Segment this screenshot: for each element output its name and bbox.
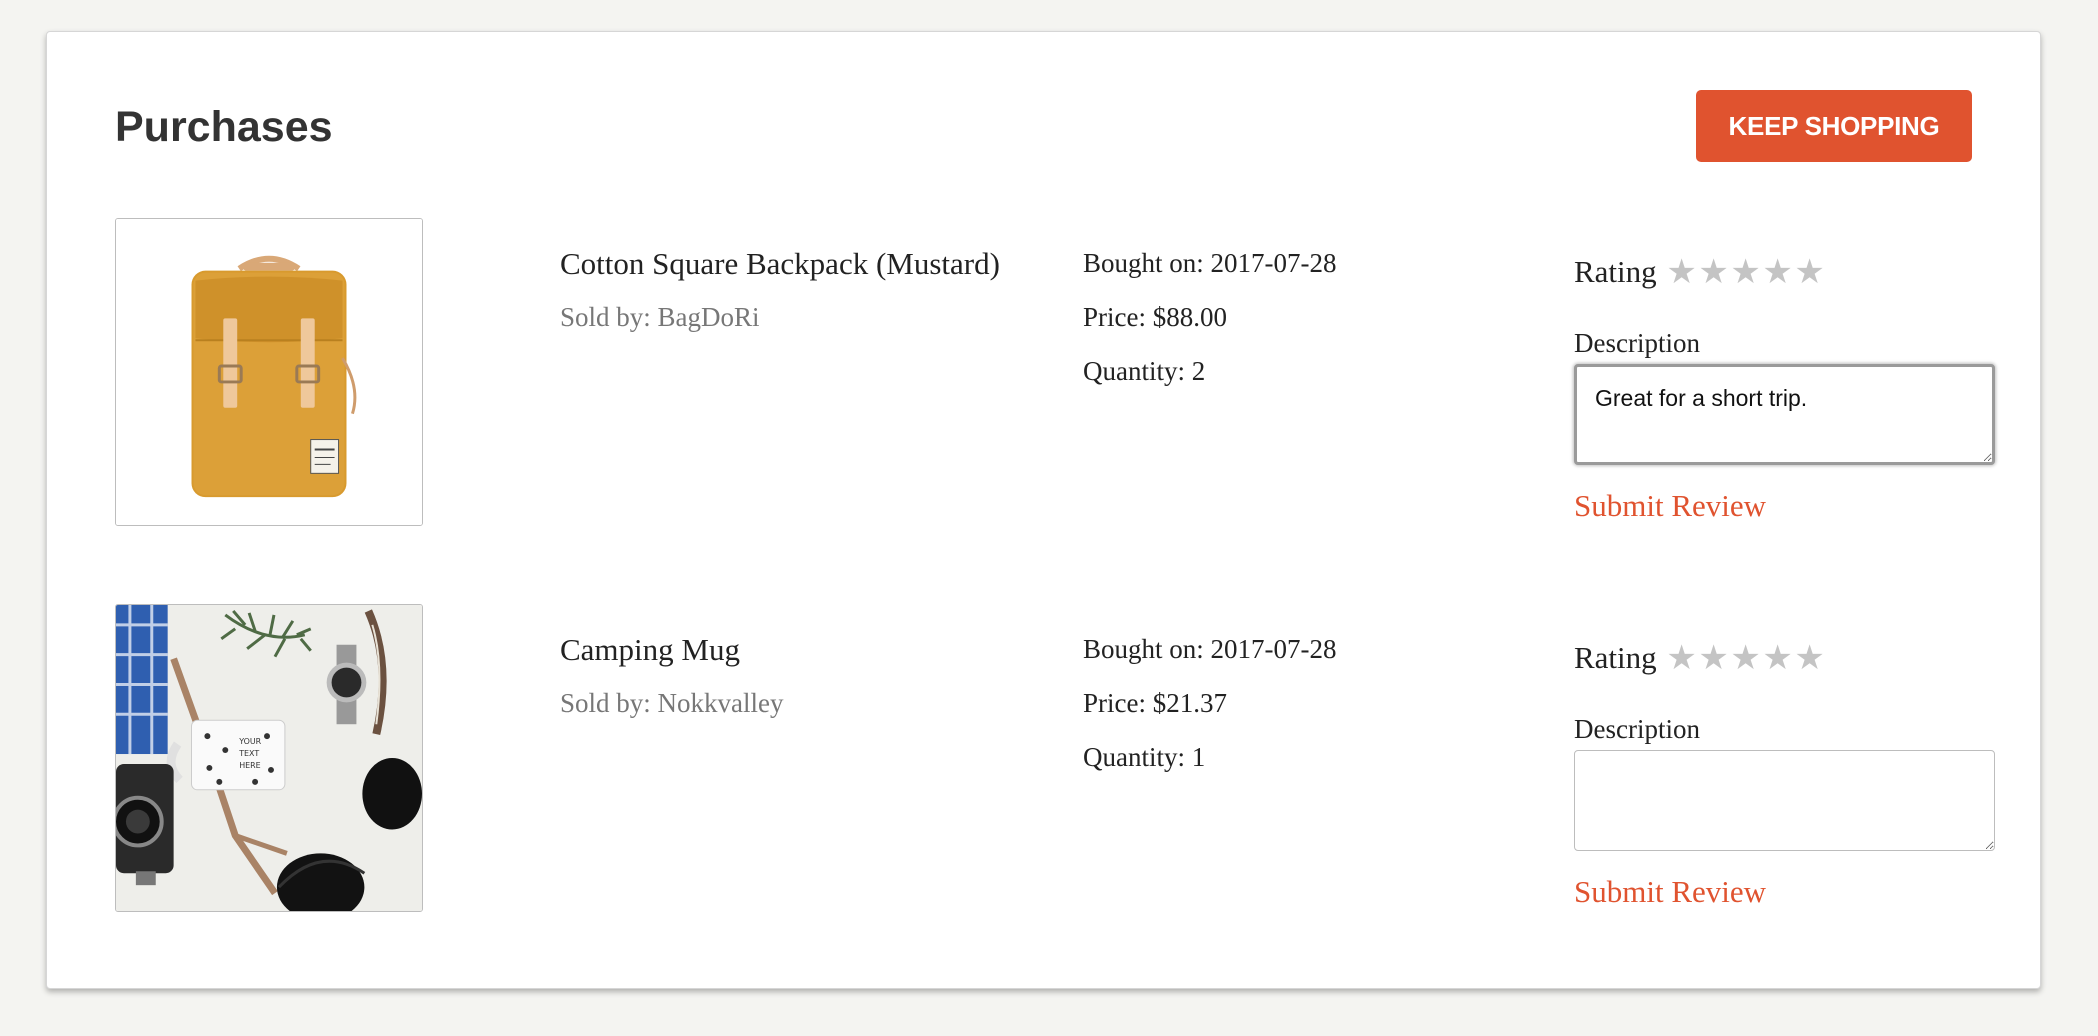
seller-name: Sold by: Nokkvalley	[560, 688, 784, 718]
submit-review-link[interactable]: Submit Review	[1574, 874, 1766, 910]
rating-label: Rating	[1574, 640, 1657, 675]
star-rating: ★ ★ ★ ★ ★	[1666, 641, 1826, 675]
description-input[interactable]	[1574, 750, 1995, 851]
product-name: Camping Mug	[560, 632, 740, 667]
page-title: Purchases	[115, 103, 333, 151]
rating: Rating ★ ★ ★ ★ ★	[1574, 254, 1826, 290]
camping-mug-photo-icon: YOUR TEXT HERE	[115, 604, 423, 912]
product-name: Cotton Square Backpack (Mustard)	[560, 246, 1000, 281]
description-input[interactable]: Great for a short trip.	[1574, 364, 1995, 465]
keep-shopping-button[interactable]: KEEP SHOPPING	[1696, 90, 1972, 162]
star-icon[interactable]: ★	[1730, 641, 1762, 675]
bought-on-date: Bought on: 2017-07-28	[1083, 248, 1337, 278]
star-icon[interactable]: ★	[1666, 641, 1698, 675]
purchase-row: YOUR TEXT HERE Camping Mug Sold by: Nokk…	[115, 604, 1995, 914]
quantity: Quantity: 1	[1083, 742, 1206, 772]
star-icon[interactable]: ★	[1698, 255, 1730, 289]
star-icon[interactable]: ★	[1762, 641, 1794, 675]
svg-text:HERE: HERE	[239, 761, 261, 770]
description-label: Description	[1574, 714, 1700, 744]
star-icon[interactable]: ★	[1794, 255, 1826, 289]
backpack-photo-icon	[115, 218, 423, 526]
star-icon[interactable]: ★	[1730, 255, 1762, 289]
star-icon[interactable]: ★	[1698, 641, 1730, 675]
seller-name: Sold by: BagDoRi	[560, 302, 760, 332]
star-icon[interactable]: ★	[1666, 255, 1698, 289]
price: Price: $88.00	[1083, 302, 1227, 332]
description-label: Description	[1574, 328, 1700, 358]
svg-text:TEXT: TEXT	[238, 749, 259, 758]
star-icon[interactable]: ★	[1762, 255, 1794, 289]
rating-label: Rating	[1574, 254, 1657, 289]
bought-on-date: Bought on: 2017-07-28	[1083, 634, 1337, 664]
purchases-card: Purchases KEEP SHOPPING Cotton Square Ba…	[46, 31, 2041, 989]
star-icon[interactable]: ★	[1794, 641, 1826, 675]
svg-text:YOUR: YOUR	[238, 737, 261, 746]
star-rating: ★ ★ ★ ★ ★	[1666, 255, 1826, 289]
submit-review-link[interactable]: Submit Review	[1574, 488, 1766, 524]
purchase-row: Cotton Square Backpack (Mustard) Sold by…	[115, 218, 1995, 528]
quantity: Quantity: 2	[1083, 356, 1206, 386]
rating: Rating ★ ★ ★ ★ ★	[1574, 640, 1826, 676]
price: Price: $21.37	[1083, 688, 1227, 718]
